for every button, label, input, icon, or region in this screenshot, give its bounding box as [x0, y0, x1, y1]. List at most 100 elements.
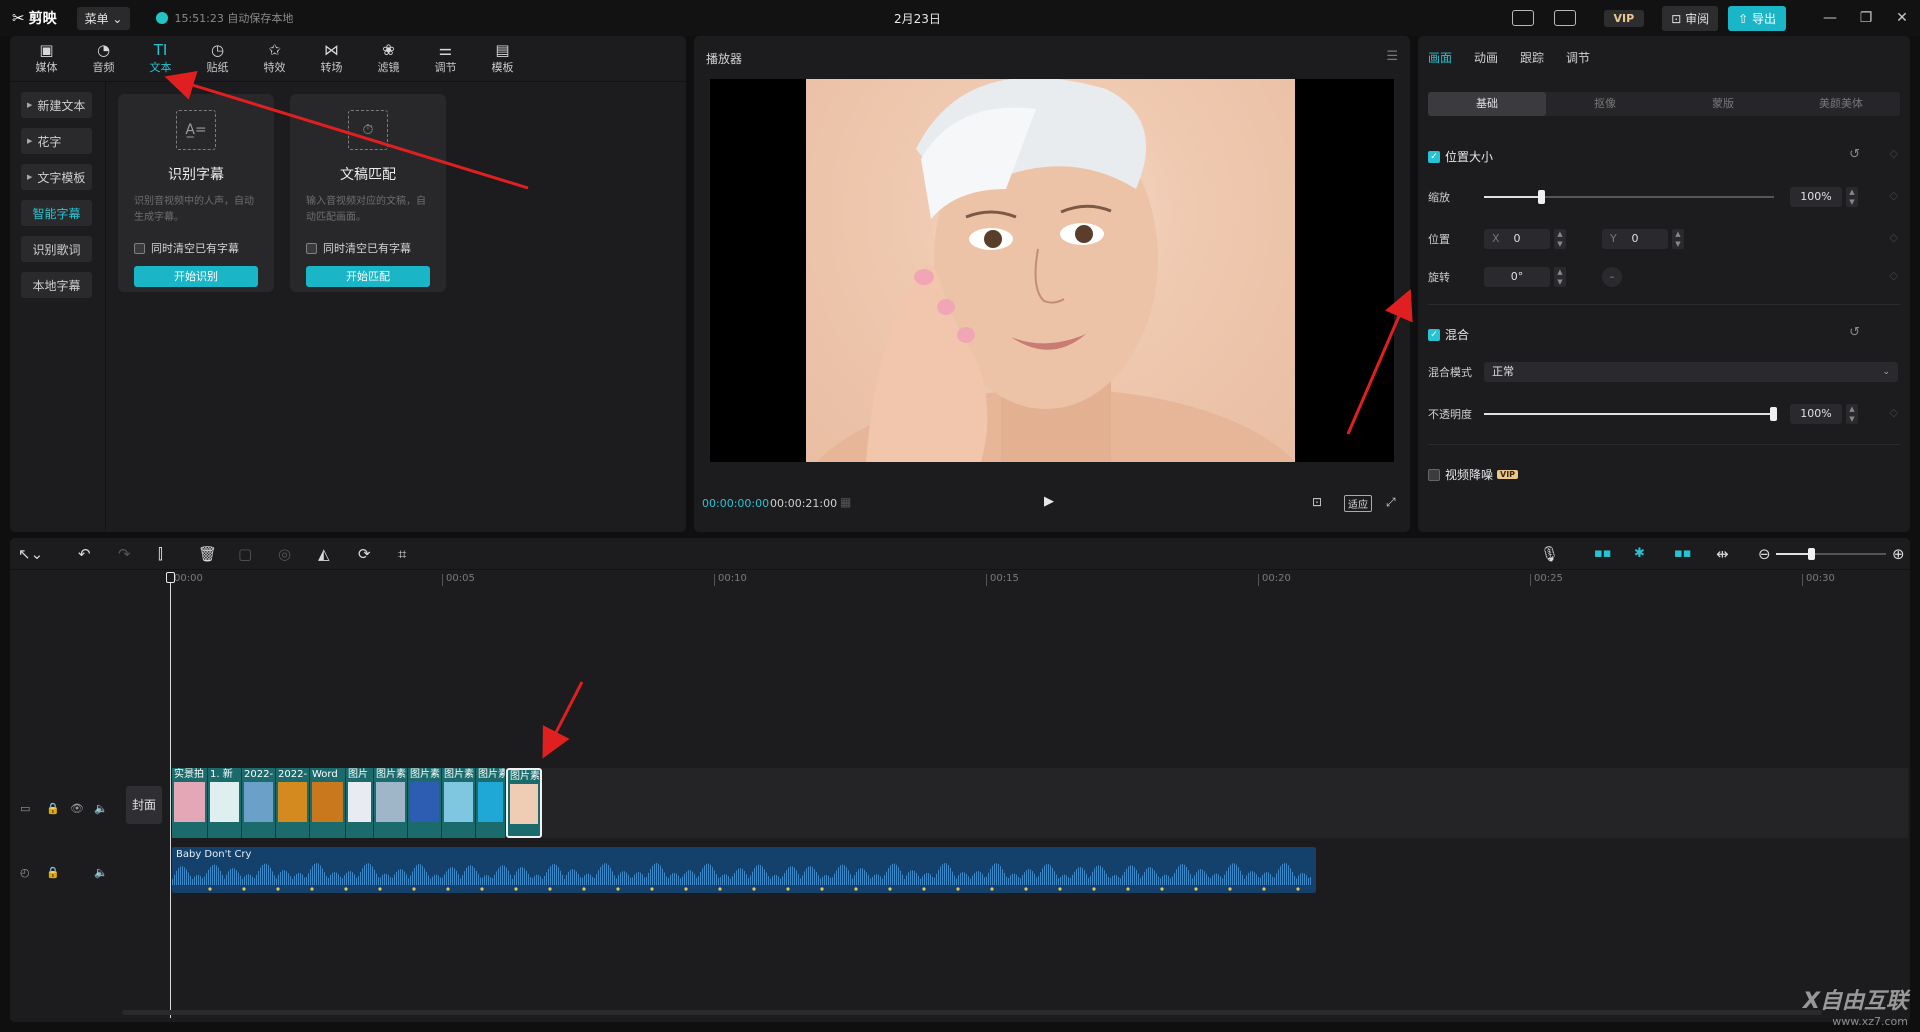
reset-icon[interactable]: ↺ — [1849, 147, 1860, 162]
video-clip[interactable]: 1. 新 — [208, 768, 242, 838]
clear-captions-checkbox[interactable]: 同时清空已有字幕 — [134, 240, 239, 256]
video-clip[interactable]: 图片素 — [476, 768, 506, 838]
reverse-icon[interactable]: ◎ — [278, 545, 291, 563]
position-x-input[interactable]: X0 — [1484, 229, 1550, 249]
video-clip[interactable]: 2022- — [276, 768, 310, 838]
subtab-beauty[interactable]: 美颜美体 — [1782, 92, 1900, 116]
video-clip[interactable]: 2022- — [242, 768, 276, 838]
crop-icon[interactable]: ⌗ — [398, 545, 406, 563]
lock-icon[interactable]: 🔒 — [46, 802, 60, 815]
eye-icon[interactable]: 👁 — [70, 802, 84, 815]
subtab-cutout[interactable]: 抠像 — [1546, 92, 1664, 116]
sub-text-template[interactable]: ▶ 文字模板 — [21, 164, 92, 190]
video-clip[interactable]: 图片素 — [408, 768, 442, 838]
link-main-track-icon[interactable]: ▪▪ — [1594, 546, 1612, 561]
tab-text[interactable]: TI 文本 — [132, 36, 189, 81]
fullscreen-icon[interactable]: ⤢ — [1386, 495, 1396, 510]
redo-icon[interactable]: ↷ — [118, 545, 131, 563]
reset-icon[interactable]: ↺ — [1849, 325, 1860, 340]
select-tool-icon[interactable]: ↖⌄ — [18, 545, 43, 563]
delete-icon[interactable]: 🗑 — [198, 545, 217, 563]
tab-adjustment[interactable]: 调节 — [1566, 49, 1590, 66]
split-icon[interactable]: ⫿ — [158, 545, 163, 563]
scale-slider-knob[interactable] — [1538, 190, 1545, 204]
rotate-input[interactable]: 0° — [1484, 267, 1550, 287]
video-clip[interactable]: 图片素 — [442, 768, 476, 838]
start-recognize-button[interactable]: 开始识别 — [134, 266, 258, 287]
sub-smart-caption[interactable]: 智能字幕 — [21, 200, 92, 226]
freeze-icon[interactable]: ▢ — [238, 545, 252, 563]
fit-screen-icon[interactable]: ⊡ — [1312, 495, 1322, 509]
review-button[interactable]: ⊡ 审阅 — [1662, 5, 1719, 31]
position-y-input[interactable]: Y0 — [1602, 229, 1668, 249]
undo-icon[interactable]: ↶ — [78, 545, 91, 563]
menu-button[interactable]: 菜单 ⌄ — [76, 6, 131, 30]
shortcut-icon[interactable] — [1511, 10, 1534, 26]
scale-input[interactable]: 100% — [1790, 187, 1842, 207]
tab-filter[interactable]: ❀ 滤镜 — [360, 36, 417, 81]
clear-captions-checkbox[interactable]: 同时清空已有字幕 — [306, 240, 411, 256]
speaker-icon[interactable]: 🔈 — [94, 866, 108, 879]
position-y-stepper[interactable]: ▲ ▼ — [1672, 229, 1684, 249]
keyframe-icon[interactable]: ◇ — [1890, 269, 1898, 282]
zoom-in-icon[interactable]: ⊕ — [1892, 545, 1905, 563]
cover-button[interactable]: 封面 — [126, 786, 162, 824]
keyframe-icon[interactable]: ◇ — [1890, 189, 1898, 202]
speaker-icon[interactable]: 🔈 — [94, 802, 108, 815]
microphone-icon[interactable]: 🎙 — [1540, 545, 1559, 563]
rotate-stepper[interactable]: ▲ ▼ — [1554, 267, 1566, 287]
tab-sticker[interactable]: ◷ 贴纸 — [189, 36, 246, 81]
subtab-mask[interactable]: 蒙版 — [1664, 92, 1782, 116]
keyframe-icon[interactable]: ◇ — [1890, 231, 1898, 244]
playhead[interactable] — [166, 572, 175, 1018]
scale-slider[interactable] — [1484, 190, 1774, 204]
position-x-stepper[interactable]: ▲ ▼ — [1554, 229, 1566, 249]
video-denoise-section[interactable]: 视频降噪 VIP — [1428, 466, 1519, 483]
restore-button[interactable]: ❐ — [1848, 10, 1884, 26]
opacity-slider-knob[interactable] — [1770, 407, 1777, 421]
auto-snap-icon[interactable]: ✱ — [1634, 546, 1645, 561]
tab-effects[interactable]: ✩ 特效 — [246, 36, 303, 81]
position-size-section[interactable]: ✓ 位置大小 — [1428, 148, 1493, 165]
video-clip[interactable]: Word — [310, 768, 346, 838]
preview-axis-icon[interactable]: ⇹ — [1716, 545, 1729, 563]
grid-icon[interactable]: ▦ — [840, 495, 851, 509]
zoom-out-icon[interactable]: ⊖ — [1758, 545, 1771, 563]
zoom-slider-knob[interactable] — [1808, 548, 1815, 560]
tab-adjust[interactable]: ⚌ 调节 — [417, 36, 474, 81]
start-match-button[interactable]: 开始匹配 — [306, 266, 430, 287]
tab-audio[interactable]: ◔ 音频 — [75, 36, 132, 81]
rotate-dial-icon[interactable]: – — [1602, 267, 1622, 287]
sub-new-text[interactable]: ▶ 新建文本 — [21, 92, 92, 118]
ratio-button[interactable]: 适应 — [1344, 495, 1372, 512]
mirror-icon[interactable]: ◭ — [318, 545, 330, 563]
video-clip[interactable]: 图片素 — [374, 768, 408, 838]
blend-section[interactable]: ✓ 混合 — [1428, 326, 1469, 343]
audio-track-icon[interactable]: ◴ — [20, 866, 30, 879]
audio-clip[interactable]: Baby Don't Cry — [172, 847, 1316, 893]
subtab-basic[interactable]: 基础 — [1428, 92, 1546, 116]
tab-media[interactable]: ▣ 媒体 — [18, 36, 75, 81]
preview-canvas[interactable] — [710, 79, 1394, 462]
keyframe-icon[interactable]: ◇ — [1890, 147, 1898, 160]
opacity-slider[interactable] — [1484, 407, 1777, 421]
link-clips-icon[interactable]: ▪▪ — [1674, 546, 1692, 561]
opacity-stepper[interactable]: ▲ ▼ — [1846, 404, 1858, 424]
play-button[interactable]: ▶ — [1044, 494, 1054, 509]
video-clip[interactable]: 实景拍 — [172, 768, 208, 838]
sub-local-caption[interactable]: 本地字幕 — [21, 272, 92, 298]
lock-icon[interactable]: 🔒 — [46, 866, 60, 879]
blend-mode-select[interactable]: 正常 ⌄ — [1484, 362, 1898, 382]
zoom-slider[interactable] — [1776, 548, 1886, 560]
scale-stepper[interactable]: ▲ ▼ — [1846, 187, 1858, 207]
video-clip[interactable]: 图片素 — [506, 768, 542, 838]
tab-tracking[interactable]: 跟踪 — [1520, 49, 1544, 66]
hamburger-icon[interactable]: ☰ — [1386, 49, 1398, 64]
sub-fancy-text[interactable]: ▶ 花字 — [21, 128, 92, 154]
close-button[interactable]: ✕ — [1884, 10, 1920, 26]
minimize-button[interactable]: — — [1812, 10, 1848, 26]
track-cover-icon[interactable]: ▭ — [20, 802, 30, 815]
video-clip[interactable]: 图片 — [346, 768, 374, 838]
tab-animation[interactable]: 动画 — [1474, 49, 1498, 66]
tab-template[interactable]: ▤ 模板 — [474, 36, 531, 81]
